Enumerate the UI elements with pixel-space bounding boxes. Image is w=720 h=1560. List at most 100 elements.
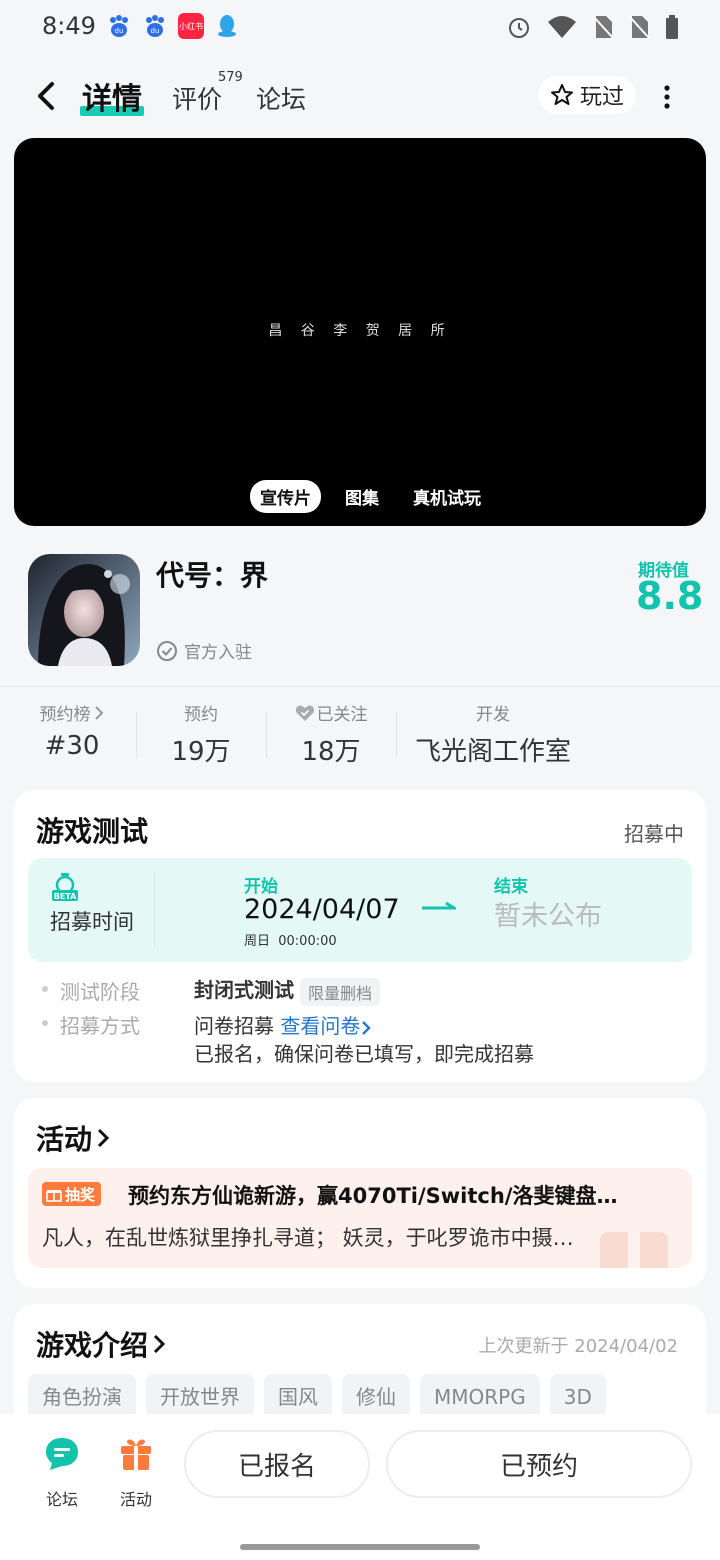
more-options-icon[interactable] [660,82,674,112]
stat-reservations-value: 19万 [171,737,231,767]
recruit-separator [154,872,155,948]
activity-item[interactable]: 抽奖 预约东方仙诡新游，赢4070Ti/Switch/洛斐键盘… 凡人，在乱世炼… [28,1168,692,1268]
official-label: 官方入驻 [184,643,252,663]
stat-reservations-label: 预约 [184,705,218,725]
gift-icon [121,1439,151,1470]
activity-card: 活动 抽奖 预约东方仙诡新游，赢4070Ti/Switch/洛斐键盘… 凡人，在… [14,1098,706,1288]
recruit-method-text: 问卷招募 [194,1014,274,1038]
recruit-status: 招募中 [624,822,684,846]
activity-headline: 预约东方仙诡新游，赢4070Ti/Switch/洛斐键盘… [128,1184,618,1208]
beta-icon: BETA [52,873,78,901]
media-tab-trailer[interactable]: 宣传片 [250,480,321,513]
view-questionnaire-link[interactable]: 查看问卷 [280,1014,372,1038]
svg-text:BETA: BETA [54,892,77,901]
played-label: 玩过 [579,85,624,110]
forum-tab-label: 论坛 [45,1490,78,1509]
lottery-badge: 抽奖 [42,1182,102,1206]
check-circle-icon [157,640,177,661]
status-time: 8:49 [42,12,96,40]
back-arrow-icon[interactable] [30,76,66,116]
media-tabs: 宣传片 图集 真机试玩 [250,480,491,513]
baidu-icon: du [106,13,132,39]
stat-rank-value: #30 [44,731,100,761]
game-title: 代号：界 [156,559,269,592]
chevron-right-icon [97,1128,110,1148]
test-phase-text: 封闭式测试 [194,978,294,1002]
stat-followers[interactable]: 已关注 18万 [284,700,378,768]
tab-details[interactable]: 详情 [80,74,144,118]
no-sim-icon [628,15,650,39]
status-bar: 8:49 du du 小红书 [0,0,720,56]
stats-row: 预约榜 #30 预约 19万 已关注 18万 开发 飞光阁工作室 [0,700,720,770]
start-date: 2024/04/07 [244,894,400,925]
tab-forum[interactable]: 论坛 [256,80,306,116]
heart-check-icon [295,705,314,721]
star-outline-icon [550,84,573,105]
svg-text:du: du [115,27,124,35]
gift-icon [46,1190,62,1202]
stat-followers-label: 已关注 [316,705,368,725]
wifi-icon [548,16,576,38]
start-weekday-time: 周日 00:00:00 [244,934,337,949]
alarm-icon [509,18,529,38]
expectation-score: 8.8 [636,574,704,618]
qq-icon [214,13,240,39]
chevron-right-icon [362,1020,372,1035]
stat-rank[interactable]: 预约榜 #30 [30,700,114,761]
reserved-button[interactable]: 已预约 [386,1430,692,1498]
stat-followers-value: 18万 [301,737,361,767]
registered-button[interactable]: 已报名 [184,1430,370,1498]
test-phase-label: 测试阶段 [60,980,140,1004]
top-nav: 详情 评价 579 论坛 玩过 [0,66,720,126]
game-test-card: 游戏测试 招募中 BETA 招募时间 开始 2024/04/07 周日 00:0… [14,790,706,1082]
bullet-dot [42,986,48,992]
media-tab-demo[interactable]: 真机试玩 [403,480,491,513]
intro-header[interactable]: 游戏介绍 [36,1324,166,1364]
home-indicator[interactable] [240,1544,480,1550]
official-badge: 官方入驻 [156,638,252,663]
stat-developer-value: 飞光阁工作室 [414,737,571,767]
activity-tab[interactable]: 活动 [106,1434,166,1510]
activity-header[interactable]: 活动 [36,1118,110,1158]
baidu-icon: du [142,13,168,39]
stat-separator [266,712,267,758]
test-phase-tag: 限量删档 [300,977,381,1006]
svg-text:du: du [151,27,160,35]
stat-reservations: 预约 19万 [158,700,244,768]
bullet-dot [42,1020,48,1026]
stat-separator [396,712,397,758]
review-count-badge: 579 [218,70,243,85]
xiaohongshu-icon: 小红书 [178,13,204,39]
chevron-right-icon [153,1334,166,1354]
stat-developer-label: 开发 [476,705,510,725]
recruit-time-box: BETA 招募时间 开始 2024/04/07 周日 00:00:00 结束 暂… [28,858,692,962]
video-player[interactable]: 昌 谷 李 贺 居 所 宣传片 图集 真机试玩 [14,138,706,526]
update-date: 上次更新于 2024/04/02 [478,1336,678,1357]
arrow-right-icon [422,901,456,910]
end-value: 暂未公布 [494,901,602,932]
activity-tab-label: 活动 [119,1490,152,1509]
video-caption: 昌 谷 李 贺 居 所 [268,323,452,339]
status-icons [506,14,680,40]
recruit-method-label: 招募方式 [60,1014,140,1038]
bottom-bar: 论坛 活动 已报名 已预约 [0,1414,720,1560]
recruit-label: 招募时间 [50,910,134,934]
played-button[interactable]: 玩过 [538,76,636,114]
divider [0,686,720,687]
activity-description: 凡人，在乱世炼狱里挣扎寻道； 妖灵，于叱罗诡市中摄… [42,1226,574,1250]
forum-tab[interactable]: 论坛 [32,1434,92,1510]
chevron-right-icon [94,705,103,720]
no-sim-icon [592,15,614,39]
stat-developer[interactable]: 开发 飞光阁工作室 [408,700,578,768]
stat-separator [136,712,137,758]
stat-rank-label: 预约榜 [39,705,91,725]
game-test-title: 游戏测试 [36,815,149,848]
intro-title: 游戏介绍 [36,1329,149,1362]
game-icon [28,554,140,666]
activity-title: 活动 [36,1123,93,1156]
media-tab-gallery[interactable]: 图集 [335,480,389,513]
tab-reviews[interactable]: 评价 [172,80,222,116]
test-phase-value: 封闭式测试 限量删档 [194,974,381,1006]
recruit-method-value: 问卷招募 查看问卷 [194,1010,372,1039]
lottery-label: 抽奖 [65,1185,96,1204]
